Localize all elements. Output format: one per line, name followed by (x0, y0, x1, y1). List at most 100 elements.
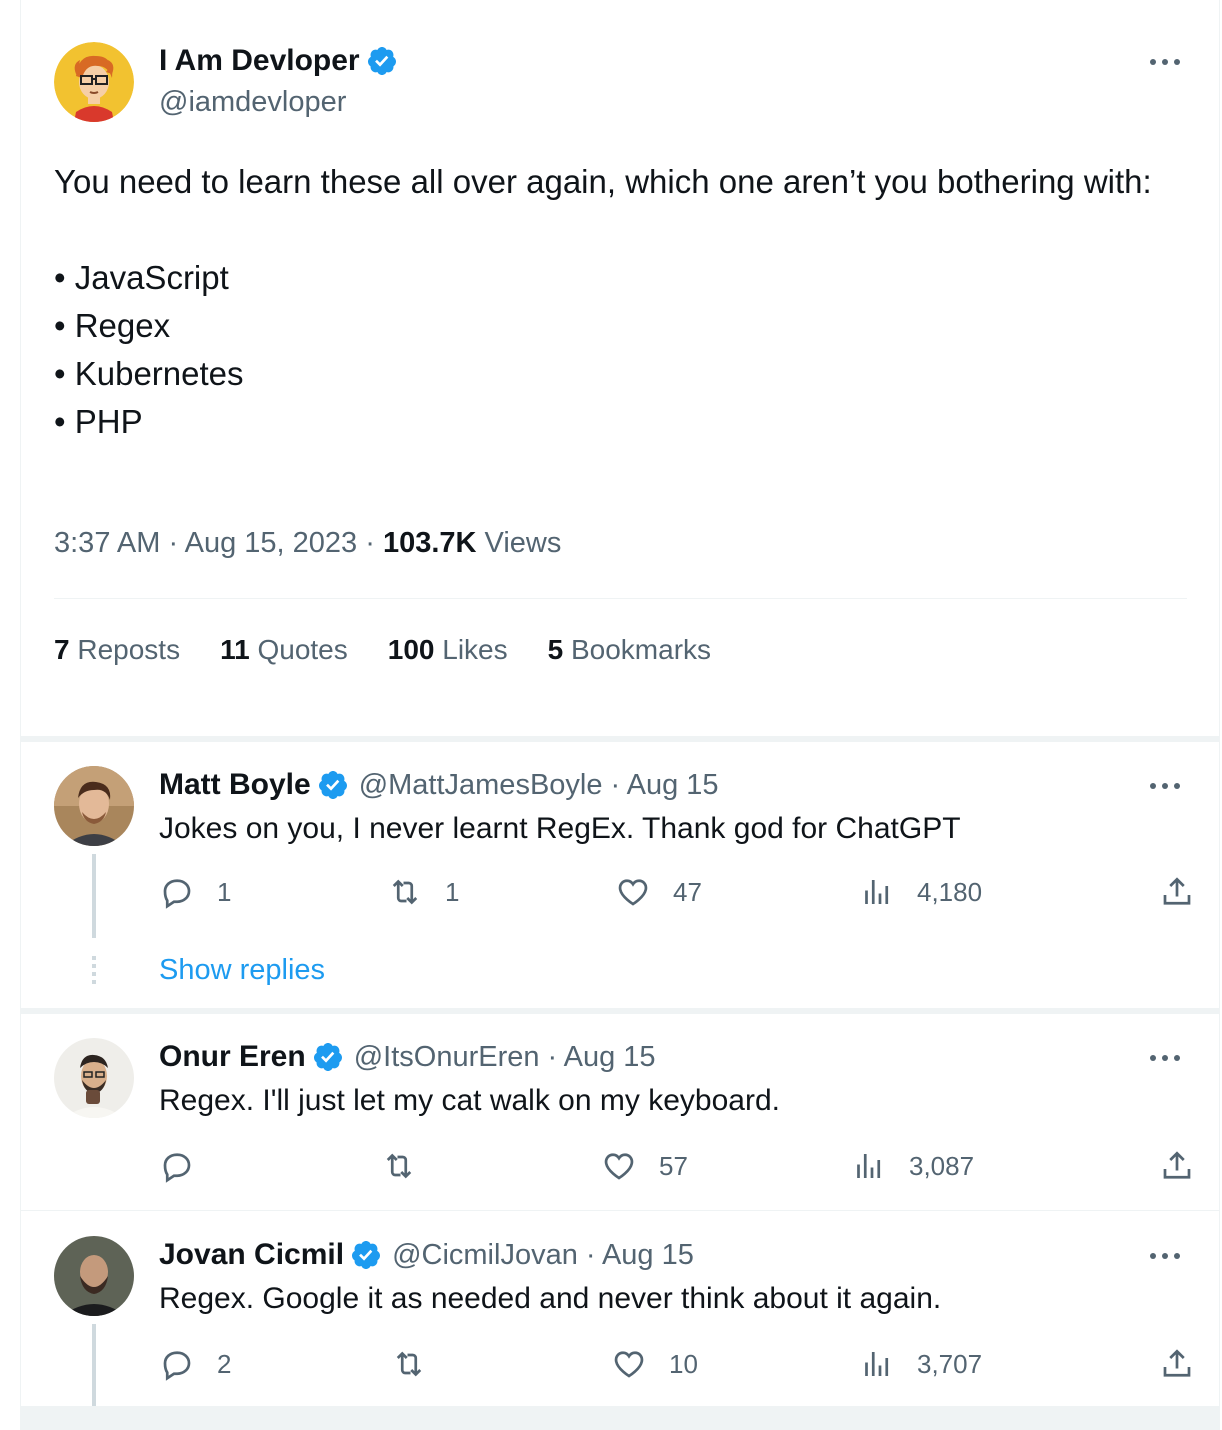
author-handle[interactable]: @iamdevloper (159, 86, 346, 119)
views-count: 3,087 (909, 1150, 975, 1181)
more-options-icon[interactable] (1145, 1246, 1185, 1266)
more-options-icon[interactable] (1145, 776, 1185, 796)
bullet-item: • Regex (54, 307, 171, 344)
analytics-icon (865, 1352, 889, 1376)
reply-button[interactable] (159, 1148, 217, 1184)
share-icon (1163, 877, 1191, 905)
stat-count: 5 (547, 634, 564, 665)
reply-date[interactable]: · Aug 15 (610, 769, 718, 802)
heart-icon (614, 1351, 644, 1378)
views-count: 4,180 (917, 876, 983, 907)
stat-label: Bookmarks (570, 634, 712, 665)
comment-icon (163, 879, 191, 909)
bullet-item: • Kubernetes (54, 355, 244, 392)
user-photo-icon (54, 1236, 134, 1316)
tweet-thread: I Am Devloper @iamdevloper You need to l… (20, 0, 1220, 1430)
repost-icon (392, 879, 418, 905)
cartoon-developer-avatar-icon (54, 42, 134, 122)
thread-line (92, 854, 96, 938)
views-button[interactable]: 3,087 (851, 1148, 974, 1184)
reply-actions: 57 3,087 (159, 1148, 1191, 1188)
verified-badge-icon (313, 1043, 342, 1071)
stat-count: 100 (387, 634, 435, 665)
like-count: 47 (673, 876, 702, 907)
tweet-bullet-list: • JavaScript • Regex • Kubernetes • PHP (54, 254, 1164, 446)
like-count: 57 (659, 1150, 688, 1181)
reply-actions: 2 10 3,707 (159, 1346, 1191, 1386)
author-avatar[interactable] (54, 42, 134, 122)
reply-date[interactable]: · Aug 15 (547, 1041, 655, 1074)
author-name[interactable]: I Am Devloper (159, 44, 360, 78)
heart-icon (604, 1153, 634, 1180)
views-label: Views (484, 527, 562, 559)
stat-bookmarks[interactable]: 5 Bookmarks (548, 634, 711, 666)
analytics-icon (857, 1154, 881, 1178)
more-options-icon[interactable] (1145, 1048, 1185, 1068)
meta-separator: · (365, 527, 375, 559)
verified-badge-icon (318, 771, 347, 799)
repost-button[interactable]: 1 (387, 874, 459, 910)
more-options-icon[interactable] (1145, 52, 1185, 72)
reply-author-handle[interactable]: @MattJamesBoyle (359, 769, 603, 802)
repost-icon (396, 1351, 422, 1377)
reply-author-name[interactable]: Jovan Cicmil (159, 1238, 344, 1272)
tweet-date[interactable]: Aug 15, 2023 (185, 527, 358, 559)
repost-button[interactable] (391, 1346, 449, 1382)
share-button[interactable] (1159, 1148, 1217, 1184)
reply-avatar[interactable] (54, 1038, 134, 1118)
comment-icon (163, 1351, 191, 1381)
stat-quotes[interactable]: 11 Quotes (220, 634, 348, 666)
views-count: 103.7K (382, 527, 477, 559)
verified-badge-icon (352, 1241, 381, 1269)
views-button[interactable]: 3,707 (859, 1346, 982, 1382)
repost-button[interactable] (381, 1148, 439, 1184)
meta-separator: · (168, 527, 179, 559)
reply-date[interactable]: · Aug 15 (586, 1239, 694, 1272)
stat-label: Reposts (77, 634, 181, 665)
author-name-row: I Am Devloper (159, 44, 398, 78)
reply-avatar[interactable] (54, 766, 134, 846)
reply-name-row: Jovan Cicmil @CicmilJovan · Aug 15 (159, 1238, 694, 1272)
reply-text: Regex. Google it as needed and never thi… (159, 1282, 942, 1315)
show-replies-link[interactable]: Show replies (159, 954, 325, 987)
tweet-time[interactable]: 3:37 AM (54, 527, 160, 559)
section-separator (21, 1406, 1219, 1430)
reply-author-name[interactable]: Onur Eren (159, 1040, 306, 1074)
like-button[interactable]: 57 (601, 1148, 688, 1184)
reply-name-row: Matt Boyle @MattJamesBoyle · Aug 15 (159, 768, 719, 802)
repost-icon (386, 1153, 412, 1179)
reply-text: Jokes on you, I never learnt RegEx. Than… (159, 812, 961, 845)
reply-author-handle[interactable]: @ItsOnurEren (354, 1041, 540, 1074)
like-button[interactable]: 47 (615, 874, 702, 910)
stat-label: Likes (442, 634, 508, 665)
share-button[interactable] (1159, 874, 1217, 910)
stat-likes[interactable]: 100 Likes (388, 634, 508, 666)
stat-count: 7 (54, 634, 70, 665)
share-button[interactable] (1159, 1346, 1217, 1382)
reply-author-name[interactable]: Matt Boyle (159, 768, 311, 802)
views-count: 3,707 (917, 1348, 983, 1379)
like-button[interactable]: 10 (611, 1346, 698, 1382)
share-icon (1163, 1151, 1191, 1179)
tweet-intro: You need to learn these all over again, … (54, 163, 1152, 200)
verified-badge-icon (367, 47, 396, 75)
reply-tweet: Onur Eren @ItsOnurEren · Aug 15 Regex. I… (21, 1014, 1219, 1210)
analytics-icon (865, 880, 889, 904)
comment-icon (163, 1153, 191, 1183)
reply-tweet: Jovan Cicmil @CicmilJovan · Aug 15 Regex… (21, 1212, 1219, 1406)
stat-label: Quotes (257, 634, 348, 665)
reply-text: Regex. I'll just let my cat walk on my k… (159, 1084, 780, 1117)
bullet-item: • JavaScript (54, 259, 229, 296)
views-button[interactable]: 4,180 (859, 874, 982, 910)
reply-author-handle[interactable]: @CicmilJovan (392, 1239, 578, 1272)
heart-icon (618, 879, 648, 906)
reply-button[interactable]: 2 (159, 1346, 231, 1382)
engagement-stats: 7 Reposts 11 Quotes 100 Likes 5 Bookmark… (54, 634, 751, 666)
bullet-item: • PHP (54, 403, 143, 440)
stat-reposts[interactable]: 7 Reposts (54, 634, 180, 666)
main-tweet: I Am Devloper @iamdevloper You need to l… (21, 0, 1219, 737)
reply-count: 1 (217, 876, 232, 907)
reply-avatar[interactable] (54, 1236, 134, 1316)
reply-button[interactable]: 1 (159, 874, 231, 910)
user-photo-icon (54, 1038, 134, 1118)
